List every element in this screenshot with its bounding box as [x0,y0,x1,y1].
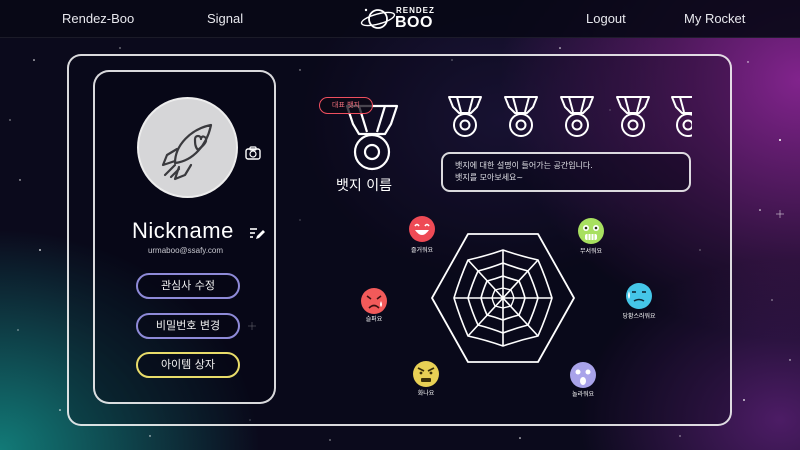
badge-slot-icon[interactable] [557,95,597,139]
angry-emoji-icon[interactable] [411,359,441,389]
nickname-text: Nickname [132,218,234,243]
edit-interests-button[interactable]: 관심사 수정 [136,273,240,299]
emotion-label-happy: 즐거워요 [410,247,434,254]
surprised-emoji-icon[interactable] [568,360,598,390]
badge-name: 뱃지 이름 [336,178,392,194]
emotion-label-surprised: 놀라워요 [571,391,595,398]
sad-emoji-icon[interactable] [359,286,389,316]
emotion-label-angry: 화나요 [417,390,435,397]
badge-slot-icon[interactable] [668,95,692,139]
item-box-button[interactable]: 아이템 상자 [136,352,240,378]
change-password-button[interactable]: 비밀번호 변경 [136,313,240,339]
badge-slot-icon[interactable] [445,95,485,139]
scared-emoji-icon[interactable] [576,216,606,246]
nav-link-my-rocket[interactable]: My Rocket [684,11,745,26]
emotion-label-scared: 무서워요 [579,248,603,255]
badge-description-line: 뱃지에 대한 설명이 들어가는 공간입니다. [455,161,593,170]
edit-nickname-icon[interactable] [249,225,265,241]
rocket-avatar-icon [161,123,213,181]
emotion-label-sad: 슬퍼요 [365,316,383,323]
badge-slot-icon[interactable] [501,95,541,139]
badge-description-line: 뱃지를 모아보세요~ [455,173,524,182]
rendez-boo-logo[interactable]: RENDEZ BOO [358,4,440,34]
embarrassed-emoji-icon[interactable] [624,281,654,311]
badge-description-box: 뱃지에 대한 설명이 들어가는 공간입니다. 뱃지를 모아보세요~ [441,152,691,192]
change-photo-icon[interactable] [245,146,261,160]
representative-badge-tag: 대표 뱃지 [319,97,373,114]
happy-emoji-icon[interactable] [407,214,437,244]
email-text: urmaboo@ssafy.com [147,246,224,255]
top-navigation-bar: Rendez-Boo Signal RENDEZ BOO Logout My R… [0,0,800,38]
logo-text-boo: BOO [395,14,433,31]
nav-link-signal[interactable]: Signal [207,11,243,26]
nav-link-logout[interactable]: Logout [586,11,626,26]
planet-logo-icon [360,8,396,29]
representative-badge-icon[interactable] [339,104,405,172]
badge-slot-icon[interactable] [613,95,653,139]
emotion-label-embarrassed: 당황스러워요 [622,313,656,320]
nav-link-rendez-boo[interactable]: Rendez-Boo [62,11,134,26]
spider-web-icon [431,233,575,363]
avatar [137,97,238,198]
